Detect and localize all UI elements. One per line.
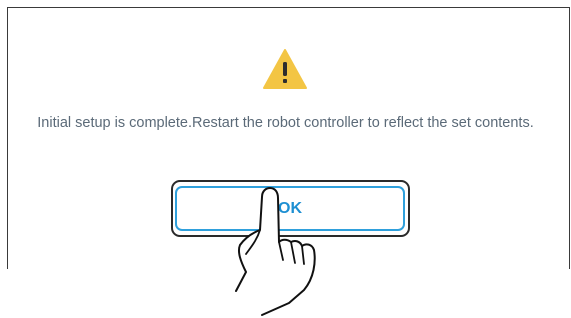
ok-button[interactable]: OK [175,186,405,231]
warning-icon [263,49,307,89]
dialog-message: Initial setup is complete.Restart the ro… [37,115,534,131]
